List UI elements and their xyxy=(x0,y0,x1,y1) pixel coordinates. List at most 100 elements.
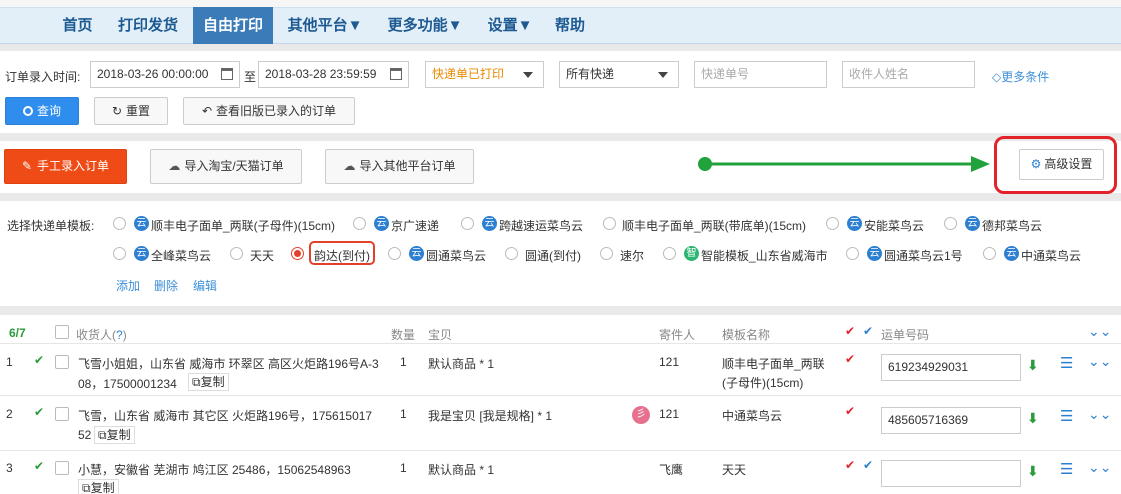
template-option[interactable]: 圆通菜鸟云 xyxy=(426,247,486,264)
copy-button[interactable]: ⧉复制 xyxy=(78,479,119,494)
tracking-input[interactable] xyxy=(881,460,1021,487)
template-radio[interactable] xyxy=(846,247,859,260)
template-radio[interactable] xyxy=(505,247,518,260)
add-template-link[interactable]: 添加 xyxy=(116,277,140,294)
settings-icon: ⚙ xyxy=(1030,157,1042,171)
template-option-selected[interactable]: 韵达(到付) xyxy=(314,247,370,264)
template-radio[interactable] xyxy=(461,217,474,230)
template-radio[interactable] xyxy=(230,247,243,260)
help-icon[interactable]: ? xyxy=(116,328,123,342)
manual-entry-button[interactable]: ✎ 手工录入订单 xyxy=(4,149,127,184)
copy-button[interactable]: ⧉复制 xyxy=(94,426,135,444)
variant-badge-icon: 彡 xyxy=(632,406,650,424)
template-option[interactable]: 京广速递 xyxy=(391,217,439,234)
date-to-input[interactable]: 2018-03-28 23:59:59 xyxy=(258,61,409,88)
date-from-input[interactable]: 2018-03-26 00:00:00 xyxy=(90,61,240,88)
template-option[interactable]: 全峰菜鸟云 xyxy=(151,247,211,264)
download-arrow-icon[interactable]: ⬇ xyxy=(1027,463,1039,480)
quantity: 1 xyxy=(400,407,407,421)
advanced-settings-label: 高级设置 xyxy=(1044,157,1093,171)
old-orders-button[interactable]: ↶ 查看旧版已录入的订单 xyxy=(183,97,355,125)
template-radio[interactable] xyxy=(603,217,616,230)
template-radio[interactable] xyxy=(600,247,613,260)
template-radio[interactable] xyxy=(663,247,676,260)
cloud-badge-icon: 云 xyxy=(965,216,980,231)
download-arrow-icon[interactable]: ⬇ xyxy=(1027,410,1039,427)
select-all-checkbox[interactable] xyxy=(55,325,69,339)
template-option[interactable]: 中通菜鸟云 xyxy=(1021,247,1081,264)
row-checkbox[interactable] xyxy=(55,355,69,369)
query-button-label: 查询 xyxy=(36,104,61,118)
tracking-placeholder: 快递单号 xyxy=(701,67,750,81)
header-divider xyxy=(0,343,1121,344)
template-name: 天天 xyxy=(722,463,747,477)
tracking-input[interactable]: 619234929031 xyxy=(881,354,1021,381)
col-recipient: 收货人(?) xyxy=(76,326,127,343)
menu-icon[interactable]: ☰ xyxy=(1060,460,1073,478)
template-option[interactable]: 跨越速运菜鸟云 xyxy=(499,217,583,234)
template-radio[interactable] xyxy=(113,217,126,230)
query-button[interactable]: 查询 xyxy=(5,97,79,125)
template-radio[interactable] xyxy=(113,247,126,260)
menu-icon[interactable]: ☰ xyxy=(1060,407,1073,425)
reset-button[interactable]: ↻ 重置 xyxy=(94,97,168,125)
delete-template-link[interactable]: 删除 xyxy=(154,277,178,294)
nav-help[interactable]: 帮助 xyxy=(545,7,595,44)
template-option[interactable]: 速尔 xyxy=(620,247,644,264)
sender: 121 xyxy=(659,355,680,369)
template-option[interactable]: 圆通菜鸟云1号 xyxy=(884,247,963,264)
expand-all-icon[interactable]: ⌄⌄ xyxy=(1088,323,1111,340)
calendar-icon xyxy=(390,68,402,80)
template-option[interactable]: 智能模板_山东省威海市 xyxy=(701,247,828,264)
nav-home[interactable]: 首页 xyxy=(50,7,105,44)
nav-other-platforms[interactable]: 其他平台▼ xyxy=(280,7,370,44)
download-arrow-icon[interactable]: ⬇ xyxy=(1027,357,1039,374)
more-conditions-link[interactable]: ◇更多条件 xyxy=(992,68,1049,85)
recipient-address-cont: 52 xyxy=(78,428,92,442)
cloud-upload-icon: ☁ xyxy=(343,159,356,173)
print-status-select[interactable]: 快递单已打印 xyxy=(425,61,544,88)
nav-free-print[interactable]: 自由打印 xyxy=(193,7,273,44)
template-option[interactable]: 德邦菜鸟云 xyxy=(982,217,1042,234)
expand-icon[interactable]: ⌄⌄ xyxy=(1088,353,1111,370)
red-check-icon: ✔ xyxy=(845,324,856,338)
template-radio[interactable] xyxy=(826,217,839,230)
expand-icon[interactable]: ⌄⌄ xyxy=(1088,406,1111,423)
template-radio[interactable] xyxy=(388,247,401,260)
row-checkbox[interactable] xyxy=(55,407,69,421)
recipient-address-cont: 08，17500001234 xyxy=(78,377,177,391)
nav-settings[interactable]: 设置▼ xyxy=(480,7,540,44)
template-name: 中通菜鸟云 xyxy=(722,409,783,423)
template-radio[interactable] xyxy=(983,247,996,260)
template-panel: 选择快递单模板: 云 顺丰电子面单_两联(子母件)(15cm) 云 京广速递 云… xyxy=(0,201,1121,306)
template-option[interactable]: 天天 xyxy=(250,247,274,264)
import-other-button[interactable]: ☁ 导入其他平台订单 xyxy=(325,149,474,184)
row-checkbox[interactable] xyxy=(55,461,69,475)
edit-template-link[interactable]: 编辑 xyxy=(193,277,217,294)
recipient-name-input[interactable]: 收件人姓名 xyxy=(842,61,975,88)
template-name: 顺丰电子面单_两联 xyxy=(722,357,825,371)
import-taobao-button[interactable]: ☁ 导入淘宝/天猫订单 xyxy=(150,149,302,184)
template-radio-selected[interactable] xyxy=(291,247,304,260)
copy-button[interactable]: ⧉复制 xyxy=(188,373,229,391)
courier-value: 所有快递 xyxy=(566,67,615,81)
recipient-address: 飞雪，山东省 威海市 其它区 火炬路196号，175615017 xyxy=(78,409,373,423)
template-radio[interactable] xyxy=(944,217,957,230)
nav-print-ship[interactable]: 打印发货 xyxy=(110,7,186,44)
tracking-number-input[interactable]: 快递单号 xyxy=(694,61,827,88)
courier-select[interactable]: 所有快递 xyxy=(559,61,679,88)
template-option[interactable]: 安能菜鸟云 xyxy=(864,217,924,234)
template-option[interactable]: 顺丰电子面单_两联(带底单)(15cm) xyxy=(622,217,806,234)
template-option[interactable]: 顺丰电子面单_两联(子母件)(15cm) xyxy=(151,217,335,234)
print-status-value: 快递单已打印 xyxy=(432,67,505,81)
tracking-input[interactable]: 485605716369 xyxy=(881,407,1021,434)
sender: 飞鹰 xyxy=(659,463,684,477)
advanced-settings-button[interactable]: ⚙ 高级设置 xyxy=(1019,149,1104,180)
template-radio[interactable] xyxy=(353,217,366,230)
expand-icon[interactable]: ⌄⌄ xyxy=(1088,459,1111,476)
template-option[interactable]: 圆通(到付) xyxy=(525,247,581,264)
row-number: 1 xyxy=(6,355,13,369)
nav-more-features[interactable]: 更多功能▼ xyxy=(380,7,470,44)
row-divider xyxy=(0,450,1121,451)
menu-icon[interactable]: ☰ xyxy=(1060,354,1073,372)
